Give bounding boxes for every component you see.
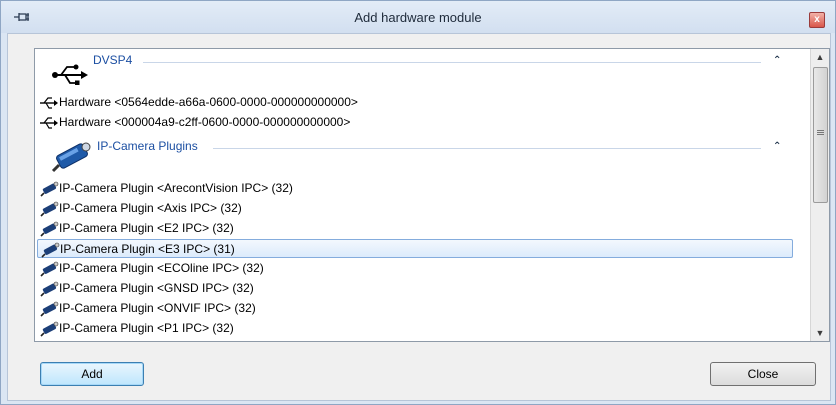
camera-icon (41, 242, 60, 258)
hardware-module-list[interactable]: DVSP4 ⌃ Hardware <0564edde-a66a-0600-000… (34, 48, 830, 342)
group-header-ip-camera-plugins[interactable]: IP-Camera Plugins ⌃ (35, 139, 795, 173)
list-item[interactable]: Hardware <000004a9-c2ff-0600-0000-000000… (37, 113, 793, 132)
usb-icon (52, 64, 88, 85)
title-bar[interactable]: Add hardware module x (1, 1, 835, 33)
list-item[interactable]: IP-Camera Plugin <Axis IPC> (32) (37, 199, 793, 218)
list-item[interactable]: IP-Camera Plugin <E2 IPC> (32) (37, 219, 793, 238)
camera-icon (40, 201, 59, 217)
camera-icon (40, 281, 59, 297)
camera-icon (40, 181, 59, 197)
list-item-label: IP-Camera Plugin <ArecontVision IPC> (32… (59, 181, 293, 195)
group-header-dvsp4[interactable]: DVSP4 ⌃ (35, 53, 795, 87)
window-title: Add hardware module (354, 10, 482, 25)
usb-icon (40, 97, 58, 109)
list-item-label: IP-Camera Plugin <E3 IPC> (31) (60, 242, 235, 256)
window-close-button[interactable]: x (809, 12, 825, 28)
camera-icon (40, 261, 59, 277)
list-item-selected[interactable]: IP-Camera Plugin <E3 IPC> (31) (37, 239, 793, 258)
dialog-client-area: DVSP4 ⌃ Hardware <0564edde-a66a-0600-000… (7, 33, 831, 401)
add-button[interactable]: Add (40, 362, 144, 386)
camera-icon (40, 221, 59, 237)
scroll-down-arrow-icon[interactable]: ▼ (811, 325, 829, 341)
camera-icon (51, 142, 91, 173)
list-item-label: Hardware <0564edde-a66a-0600-0000-000000… (59, 95, 358, 109)
list-item-label: IP-Camera Plugin <Axis IPC> (32) (59, 201, 242, 215)
group-divider (213, 148, 761, 149)
list-item-label: IP-Camera Plugin <GNSD IPC> (32) (59, 281, 254, 295)
list-item[interactable]: IP-Camera Plugin <ECOline IPC> (32) (37, 259, 793, 278)
grip-icon (817, 130, 824, 131)
close-button[interactable]: Close (710, 362, 816, 386)
list-item-label: IP-Camera Plugin <ECOline IPC> (32) (59, 261, 264, 275)
list-item[interactable]: IP-Camera Plugin <ArecontVision IPC> (32… (37, 179, 793, 198)
collapse-chevron-icon[interactable]: ⌃ (773, 141, 781, 152)
group-divider (143, 62, 761, 63)
scroll-up-arrow-icon[interactable]: ▲ (811, 49, 829, 65)
list-item-label: IP-Camera Plugin <ONVIF IPC> (32) (59, 301, 256, 315)
group-label-ip-camera-plugins: IP-Camera Plugins (97, 139, 202, 153)
list-viewport: DVSP4 ⌃ Hardware <0564edde-a66a-0600-000… (35, 49, 810, 341)
list-item[interactable]: IP-Camera Plugin <ONVIF IPC> (32) (37, 299, 793, 318)
dialog-window: Add hardware module x DVSP4 ⌃ Hardware <… (0, 0, 836, 405)
camera-icon (40, 321, 59, 337)
scrollbar-thumb[interactable] (813, 67, 828, 203)
list-item-label: IP-Camera Plugin <P1 IPC> (32) (59, 321, 234, 335)
list-item-label: IP-Camera Plugin <E2 IPC> (32) (59, 221, 234, 235)
group-label-dvsp4: DVSP4 (93, 53, 137, 67)
list-item[interactable]: IP-Camera Plugin <GNSD IPC> (32) (37, 279, 793, 298)
list-item[interactable]: IP-Camera Plugin <P1 IPC> (32) (37, 319, 793, 338)
list-item-label: Hardware <000004a9-c2ff-0600-0000-000000… (59, 115, 351, 129)
usb-icon (40, 117, 58, 129)
list-item[interactable]: Hardware <0564edde-a66a-0600-0000-000000… (37, 93, 793, 112)
camera-icon (40, 301, 59, 317)
vertical-scrollbar[interactable]: ▲ ▼ (810, 49, 829, 341)
collapse-chevron-icon[interactable]: ⌃ (773, 55, 781, 66)
